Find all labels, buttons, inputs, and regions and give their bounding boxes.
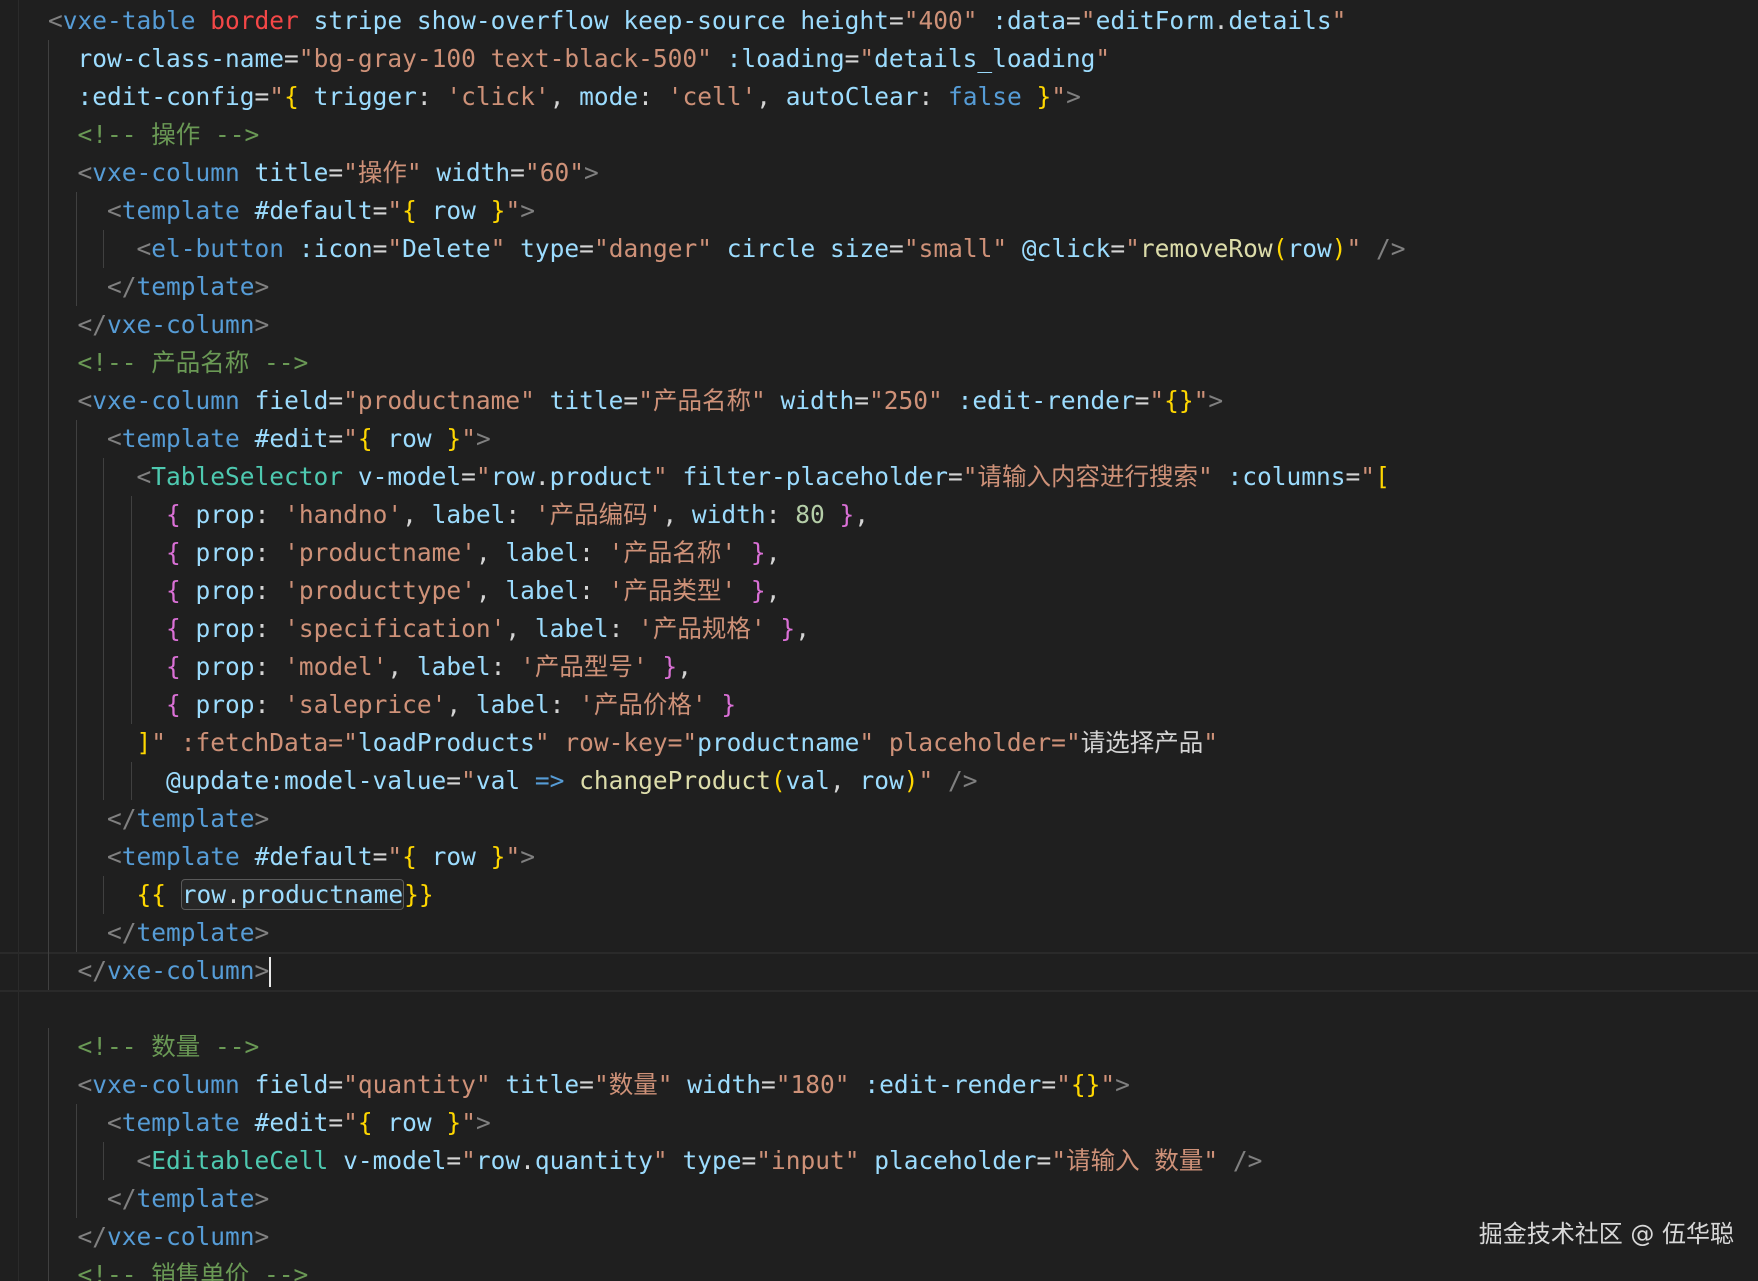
code-line[interactable]: </vxe-column> — [0, 952, 1758, 992]
code-line[interactable]: { prop: 'handno', label: '产品编码', width: … — [48, 496, 1406, 534]
code-line[interactable]: <vxe-column field="productname" title="产… — [48, 382, 1406, 420]
code-line[interactable]: </vxe-column> — [48, 306, 1406, 344]
code-line[interactable]: </template> — [48, 800, 1406, 838]
code-line[interactable]: row-class-name="bg-gray-100 text-black-5… — [48, 40, 1406, 78]
watermark: 掘金技术社区 @ 伍华聪 — [1478, 1220, 1734, 1248]
code-line[interactable]: { prop: 'saleprice', label: '产品价格' } — [48, 686, 1406, 724]
code-line[interactable]: { prop: 'model', label: '产品型号' }, — [48, 648, 1406, 686]
code-line[interactable]: {{ row.productname}} — [48, 876, 1406, 914]
code-line[interactable]: <el-button :icon="Delete" type="danger" … — [48, 230, 1406, 268]
code-line[interactable]: <!-- 产品名称 --> — [48, 344, 1406, 382]
code-area[interactable]: <vxe-table border stripe show-overflow k… — [0, 2, 1758, 1281]
code-line[interactable]: <TableSelector v-model="row.product" fil… — [48, 458, 1406, 496]
code-line[interactable]: { prop: 'productname', label: '产品名称' }, — [48, 534, 1406, 572]
code-line[interactable] — [48, 990, 1406, 1028]
code-line[interactable]: </template> — [48, 268, 1406, 306]
code-line[interactable]: </vxe-column> — [48, 1218, 1406, 1256]
gutter-divider — [18, 0, 19, 1281]
code-line[interactable]: ]" :fetchData="loadProducts" row-key="pr… — [48, 724, 1406, 762]
code-line[interactable]: <vxe-column title="操作" width="60"> — [48, 154, 1406, 192]
code-line[interactable]: <template #edit="{ row }"> — [48, 420, 1406, 458]
code-line[interactable]: { prop: 'producttype', label: '产品类型' }, — [48, 572, 1406, 610]
code-line[interactable]: <vxe-table border stripe show-overflow k… — [48, 2, 1406, 40]
text-cursor — [269, 957, 272, 987]
code-line[interactable]: </template> — [48, 914, 1406, 952]
code-line[interactable]: <template #edit="{ row }"> — [48, 1104, 1406, 1142]
code-line[interactable]: </template> — [48, 1180, 1406, 1218]
code-line[interactable]: :edit-config="{ trigger: 'click', mode: … — [48, 78, 1406, 116]
code-line[interactable]: <template #default="{ row }"> — [48, 192, 1406, 230]
code-line[interactable]: <template #default="{ row }"> — [48, 838, 1406, 876]
code-line[interactable]: <!-- 操作 --> — [48, 116, 1406, 154]
code-line[interactable]: <!-- 数量 --> — [48, 1028, 1406, 1066]
code-line[interactable]: <!-- 销售单价 --> — [48, 1256, 1406, 1281]
code-line[interactable]: { prop: 'specification', label: '产品规格' }… — [48, 610, 1406, 648]
code-editor[interactable]: <vxe-table border stripe show-overflow k… — [0, 0, 1758, 1281]
code-line[interactable]: <EditableCell v-model="row.quantity" typ… — [48, 1142, 1406, 1180]
code-line[interactable]: @update:model-value="val => changeProduc… — [48, 762, 1406, 800]
code-line[interactable]: <vxe-column field="quantity" title="数量" … — [48, 1066, 1406, 1104]
